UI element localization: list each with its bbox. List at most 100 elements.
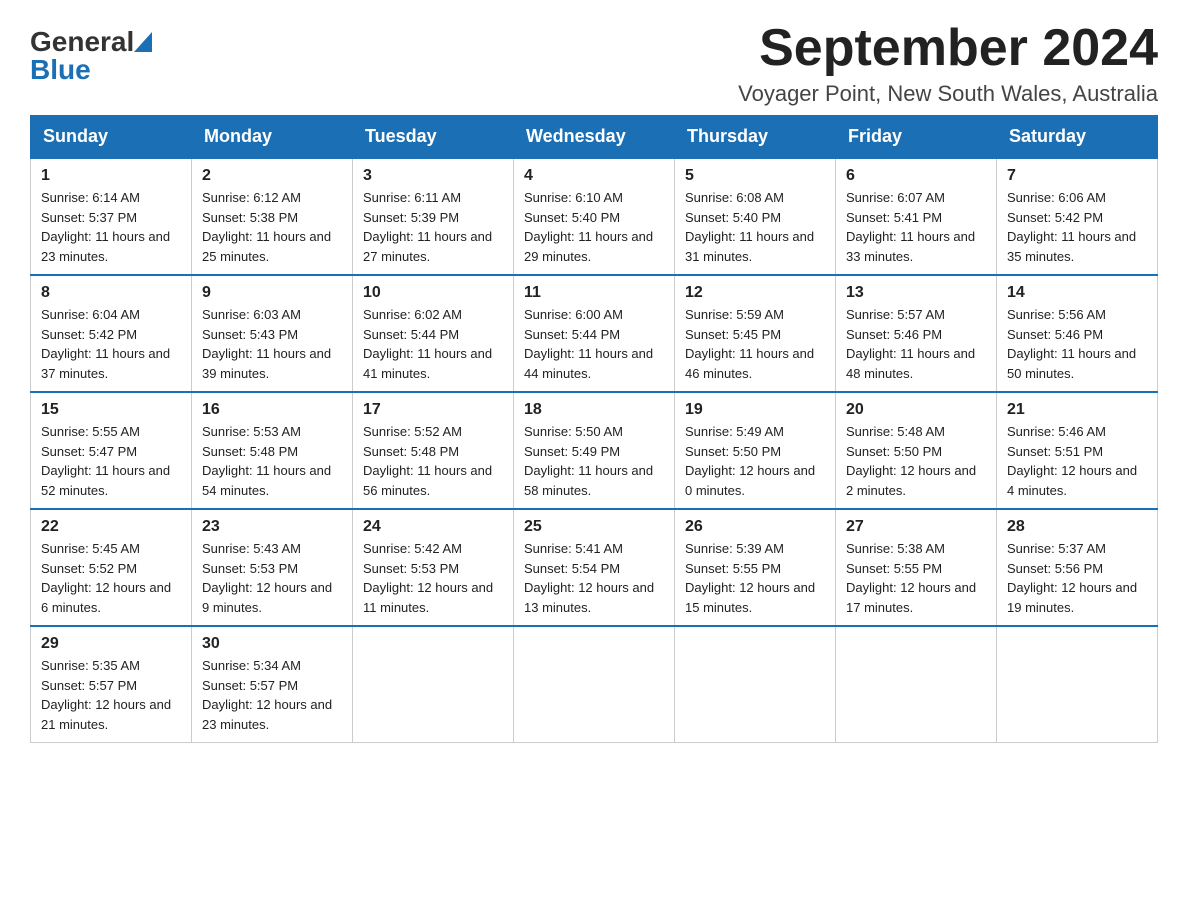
calendar-day-cell: 16 Sunrise: 5:53 AM Sunset: 5:48 PM Dayl… bbox=[192, 392, 353, 509]
day-info: Sunrise: 5:48 AM Sunset: 5:50 PM Dayligh… bbox=[846, 422, 986, 500]
calendar-day-cell: 25 Sunrise: 5:41 AM Sunset: 5:54 PM Dayl… bbox=[514, 509, 675, 626]
calendar-subtitle: Voyager Point, New South Wales, Australi… bbox=[738, 81, 1158, 107]
day-info: Sunrise: 6:11 AM Sunset: 5:39 PM Dayligh… bbox=[363, 188, 503, 266]
day-info: Sunrise: 5:37 AM Sunset: 5:56 PM Dayligh… bbox=[1007, 539, 1147, 617]
calendar-day-cell: 20 Sunrise: 5:48 AM Sunset: 5:50 PM Dayl… bbox=[836, 392, 997, 509]
day-info: Sunrise: 5:55 AM Sunset: 5:47 PM Dayligh… bbox=[41, 422, 181, 500]
calendar-day-cell: 13 Sunrise: 5:57 AM Sunset: 5:46 PM Dayl… bbox=[836, 275, 997, 392]
day-info: Sunrise: 6:02 AM Sunset: 5:44 PM Dayligh… bbox=[363, 305, 503, 383]
day-info: Sunrise: 6:03 AM Sunset: 5:43 PM Dayligh… bbox=[202, 305, 342, 383]
col-saturday: Saturday bbox=[997, 116, 1158, 159]
calendar-day-cell bbox=[997, 626, 1158, 743]
day-number: 2 bbox=[202, 167, 342, 185]
calendar-week-row: 29 Sunrise: 5:35 AM Sunset: 5:57 PM Dayl… bbox=[31, 626, 1158, 743]
day-info: Sunrise: 5:39 AM Sunset: 5:55 PM Dayligh… bbox=[685, 539, 825, 617]
day-number: 21 bbox=[1007, 401, 1147, 419]
calendar-week-row: 1 Sunrise: 6:14 AM Sunset: 5:37 PM Dayli… bbox=[31, 158, 1158, 275]
day-number: 29 bbox=[41, 635, 181, 653]
day-number: 7 bbox=[1007, 167, 1147, 185]
logo-triangle-icon bbox=[134, 32, 152, 57]
day-number: 6 bbox=[846, 167, 986, 185]
day-number: 12 bbox=[685, 284, 825, 302]
page-header: General Blue September 2024 Voyager Poin… bbox=[30, 20, 1158, 107]
day-info: Sunrise: 6:08 AM Sunset: 5:40 PM Dayligh… bbox=[685, 188, 825, 266]
calendar-day-cell bbox=[514, 626, 675, 743]
day-info: Sunrise: 5:41 AM Sunset: 5:54 PM Dayligh… bbox=[524, 539, 664, 617]
logo-general-text: General bbox=[30, 28, 134, 56]
day-number: 14 bbox=[1007, 284, 1147, 302]
calendar-week-row: 8 Sunrise: 6:04 AM Sunset: 5:42 PM Dayli… bbox=[31, 275, 1158, 392]
day-number: 16 bbox=[202, 401, 342, 419]
day-number: 24 bbox=[363, 518, 503, 536]
calendar-day-cell: 3 Sunrise: 6:11 AM Sunset: 5:39 PM Dayli… bbox=[353, 158, 514, 275]
calendar-day-cell: 18 Sunrise: 5:50 AM Sunset: 5:49 PM Dayl… bbox=[514, 392, 675, 509]
day-info: Sunrise: 6:14 AM Sunset: 5:37 PM Dayligh… bbox=[41, 188, 181, 266]
calendar-day-cell: 11 Sunrise: 6:00 AM Sunset: 5:44 PM Dayl… bbox=[514, 275, 675, 392]
calendar-day-cell: 26 Sunrise: 5:39 AM Sunset: 5:55 PM Dayl… bbox=[675, 509, 836, 626]
calendar-day-cell: 9 Sunrise: 6:03 AM Sunset: 5:43 PM Dayli… bbox=[192, 275, 353, 392]
day-number: 22 bbox=[41, 518, 181, 536]
calendar-day-cell: 1 Sunrise: 6:14 AM Sunset: 5:37 PM Dayli… bbox=[31, 158, 192, 275]
calendar-day-cell: 5 Sunrise: 6:08 AM Sunset: 5:40 PM Dayli… bbox=[675, 158, 836, 275]
day-number: 20 bbox=[846, 401, 986, 419]
calendar-day-cell: 10 Sunrise: 6:02 AM Sunset: 5:44 PM Dayl… bbox=[353, 275, 514, 392]
calendar-day-cell: 21 Sunrise: 5:46 AM Sunset: 5:51 PM Dayl… bbox=[997, 392, 1158, 509]
day-number: 18 bbox=[524, 401, 664, 419]
calendar-day-cell: 6 Sunrise: 6:07 AM Sunset: 5:41 PM Dayli… bbox=[836, 158, 997, 275]
day-info: Sunrise: 6:07 AM Sunset: 5:41 PM Dayligh… bbox=[846, 188, 986, 266]
day-number: 13 bbox=[846, 284, 986, 302]
calendar-week-row: 22 Sunrise: 5:45 AM Sunset: 5:52 PM Dayl… bbox=[31, 509, 1158, 626]
day-info: Sunrise: 5:52 AM Sunset: 5:48 PM Dayligh… bbox=[363, 422, 503, 500]
col-tuesday: Tuesday bbox=[353, 116, 514, 159]
day-info: Sunrise: 5:53 AM Sunset: 5:48 PM Dayligh… bbox=[202, 422, 342, 500]
day-number: 4 bbox=[524, 167, 664, 185]
day-info: Sunrise: 5:42 AM Sunset: 5:53 PM Dayligh… bbox=[363, 539, 503, 617]
calendar-day-cell: 19 Sunrise: 5:49 AM Sunset: 5:50 PM Dayl… bbox=[675, 392, 836, 509]
day-number: 11 bbox=[524, 284, 664, 302]
day-info: Sunrise: 5:43 AM Sunset: 5:53 PM Dayligh… bbox=[202, 539, 342, 617]
day-number: 17 bbox=[363, 401, 503, 419]
col-monday: Monday bbox=[192, 116, 353, 159]
col-friday: Friday bbox=[836, 116, 997, 159]
calendar-day-cell: 28 Sunrise: 5:37 AM Sunset: 5:56 PM Dayl… bbox=[997, 509, 1158, 626]
day-number: 23 bbox=[202, 518, 342, 536]
logo: General Blue bbox=[30, 20, 152, 84]
calendar-title: September 2024 bbox=[738, 20, 1158, 77]
day-info: Sunrise: 5:57 AM Sunset: 5:46 PM Dayligh… bbox=[846, 305, 986, 383]
day-number: 19 bbox=[685, 401, 825, 419]
day-info: Sunrise: 6:12 AM Sunset: 5:38 PM Dayligh… bbox=[202, 188, 342, 266]
calendar-day-cell bbox=[353, 626, 514, 743]
col-sunday: Sunday bbox=[31, 116, 192, 159]
day-info: Sunrise: 6:06 AM Sunset: 5:42 PM Dayligh… bbox=[1007, 188, 1147, 266]
calendar-day-cell: 8 Sunrise: 6:04 AM Sunset: 5:42 PM Dayli… bbox=[31, 275, 192, 392]
calendar-day-cell: 7 Sunrise: 6:06 AM Sunset: 5:42 PM Dayli… bbox=[997, 158, 1158, 275]
day-number: 5 bbox=[685, 167, 825, 185]
day-number: 8 bbox=[41, 284, 181, 302]
day-info: Sunrise: 5:50 AM Sunset: 5:49 PM Dayligh… bbox=[524, 422, 664, 500]
day-info: Sunrise: 5:34 AM Sunset: 5:57 PM Dayligh… bbox=[202, 656, 342, 734]
day-info: Sunrise: 6:04 AM Sunset: 5:42 PM Dayligh… bbox=[41, 305, 181, 383]
day-number: 1 bbox=[41, 167, 181, 185]
calendar-day-cell bbox=[836, 626, 997, 743]
calendar-day-cell: 14 Sunrise: 5:56 AM Sunset: 5:46 PM Dayl… bbox=[997, 275, 1158, 392]
day-info: Sunrise: 5:45 AM Sunset: 5:52 PM Dayligh… bbox=[41, 539, 181, 617]
day-info: Sunrise: 5:56 AM Sunset: 5:46 PM Dayligh… bbox=[1007, 305, 1147, 383]
title-block: September 2024 Voyager Point, New South … bbox=[738, 20, 1158, 107]
calendar-day-cell: 27 Sunrise: 5:38 AM Sunset: 5:55 PM Dayl… bbox=[836, 509, 997, 626]
day-number: 3 bbox=[363, 167, 503, 185]
col-wednesday: Wednesday bbox=[514, 116, 675, 159]
logo-blue-text: Blue bbox=[30, 56, 91, 84]
day-number: 26 bbox=[685, 518, 825, 536]
calendar-day-cell: 12 Sunrise: 5:59 AM Sunset: 5:45 PM Dayl… bbox=[675, 275, 836, 392]
day-info: Sunrise: 5:49 AM Sunset: 5:50 PM Dayligh… bbox=[685, 422, 825, 500]
calendar-day-cell: 24 Sunrise: 5:42 AM Sunset: 5:53 PM Dayl… bbox=[353, 509, 514, 626]
day-info: Sunrise: 6:10 AM Sunset: 5:40 PM Dayligh… bbox=[524, 188, 664, 266]
day-info: Sunrise: 5:59 AM Sunset: 5:45 PM Dayligh… bbox=[685, 305, 825, 383]
day-number: 27 bbox=[846, 518, 986, 536]
day-number: 9 bbox=[202, 284, 342, 302]
day-number: 10 bbox=[363, 284, 503, 302]
calendar-day-cell: 29 Sunrise: 5:35 AM Sunset: 5:57 PM Dayl… bbox=[31, 626, 192, 743]
calendar-week-row: 15 Sunrise: 5:55 AM Sunset: 5:47 PM Dayl… bbox=[31, 392, 1158, 509]
calendar-day-cell: 30 Sunrise: 5:34 AM Sunset: 5:57 PM Dayl… bbox=[192, 626, 353, 743]
day-number: 30 bbox=[202, 635, 342, 653]
